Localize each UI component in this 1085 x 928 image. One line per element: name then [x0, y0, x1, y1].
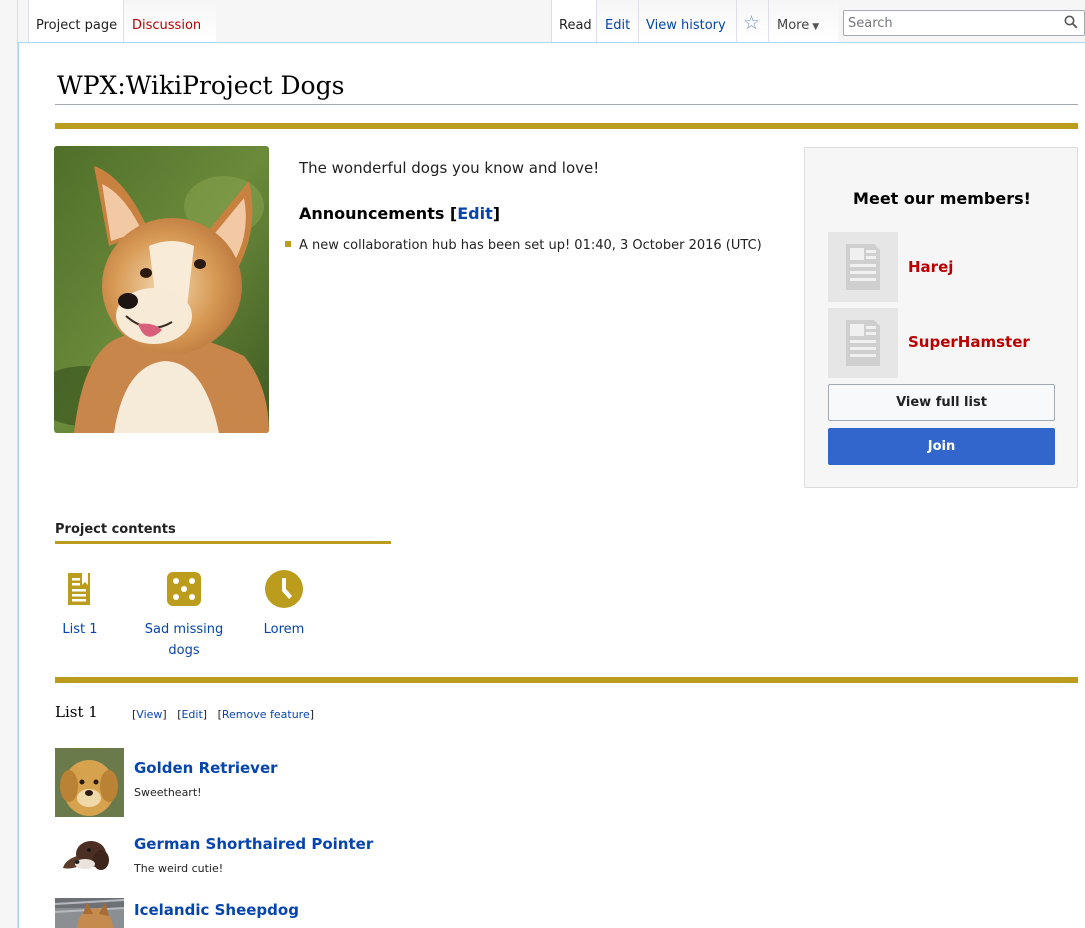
contents-item-label: List 1 — [62, 622, 98, 637]
project-contents-divider — [55, 541, 391, 544]
header-gold-bar — [55, 123, 1078, 129]
member-name[interactable]: Harej — [908, 258, 953, 276]
watch-star-icon[interactable]: ☆ — [736, 0, 768, 42]
list-actions: [View] [Edit] [Remove feature] — [132, 708, 315, 721]
chevron-down-icon: ▼ — [812, 22, 820, 32]
edit-link[interactable]: Edit — [181, 708, 202, 721]
contents-item-list-1[interactable]: List 1 — [55, 569, 105, 640]
icelandic-sheepdog-thumbnail[interactable] — [55, 898, 124, 928]
corgi-image — [54, 146, 269, 433]
list-title: List 1 — [55, 703, 98, 721]
bullet-icon — [285, 241, 291, 247]
project-tagline: The wonderful dogs you know and love! — [299, 159, 600, 177]
tab-discussion[interactable]: Discussion — [123, 0, 216, 42]
dog-description: Sweetheart! — [134, 786, 202, 799]
dog-description: The weird cutie! — [134, 862, 224, 875]
contents-item-label: Lorem — [263, 622, 305, 637]
search-box — [843, 10, 1085, 36]
dog-name-link[interactable]: German Shorthaired Pointer — [134, 835, 373, 853]
bookmark-document-icon — [68, 573, 90, 605]
left-rail — [0, 0, 18, 928]
view-full-list-button[interactable]: View full list — [828, 384, 1055, 421]
contents-item-lorem[interactable]: Lorem — [256, 569, 312, 640]
project-contents-title: Project contents — [55, 522, 176, 537]
clock-icon — [265, 570, 303, 608]
golden-retriever-thumbnail[interactable] — [55, 748, 124, 817]
content-area: WPX:WikiProject Dogs The wonderful dogs … — [18, 42, 1085, 928]
members-title: Meet our members! — [853, 189, 1031, 208]
dog-name-link[interactable]: Icelandic Sheepdog — [134, 901, 299, 919]
search-input[interactable] — [844, 11, 1054, 35]
announcements-heading-text: Announcements [ — [299, 204, 458, 223]
page-tabs: Project page Discussion Read Edit View h… — [18, 0, 1085, 42]
dice-icon — [167, 572, 201, 606]
members-card: Meet our members! Harej SuperHamster Vie… — [804, 147, 1078, 488]
member-avatar-icon[interactable] — [828, 308, 898, 378]
view-link[interactable]: View — [136, 708, 162, 721]
announcements-edit-link[interactable]: Edit — [457, 204, 493, 223]
announcements-heading: Announcements [Edit] — [299, 204, 500, 223]
join-button[interactable]: Join — [828, 428, 1055, 465]
page-title: WPX:WikiProject Dogs — [57, 71, 345, 100]
search-icon[interactable] — [1064, 15, 1078, 29]
german-shorthaired-pointer-thumbnail[interactable] — [55, 820, 124, 889]
member-name[interactable]: SuperHamster — [908, 333, 1030, 351]
announcement-item: A new collaboration hub has been set up!… — [299, 238, 762, 253]
tab-read[interactable]: Read — [551, 0, 596, 42]
tab-edit[interactable]: Edit — [596, 0, 638, 42]
more-menu[interactable]: More ▼ — [768, 0, 838, 42]
announcements-heading-close: ] — [492, 204, 501, 223]
tab-view-history[interactable]: View history — [638, 0, 736, 42]
tab-project-page[interactable]: Project page — [28, 0, 123, 42]
contents-item-sad-missing-dogs[interactable]: Sad missing dogs — [129, 569, 239, 661]
contents-item-label: Sad missing dogs — [144, 622, 224, 658]
dog-name-link[interactable]: Golden Retriever — [134, 759, 278, 777]
more-label: More — [777, 18, 810, 33]
title-divider — [55, 104, 1078, 105]
member-avatar-icon[interactable] — [828, 232, 898, 302]
remove-feature-link[interactable]: Remove feature — [222, 708, 310, 721]
section-gold-bar — [55, 677, 1078, 683]
